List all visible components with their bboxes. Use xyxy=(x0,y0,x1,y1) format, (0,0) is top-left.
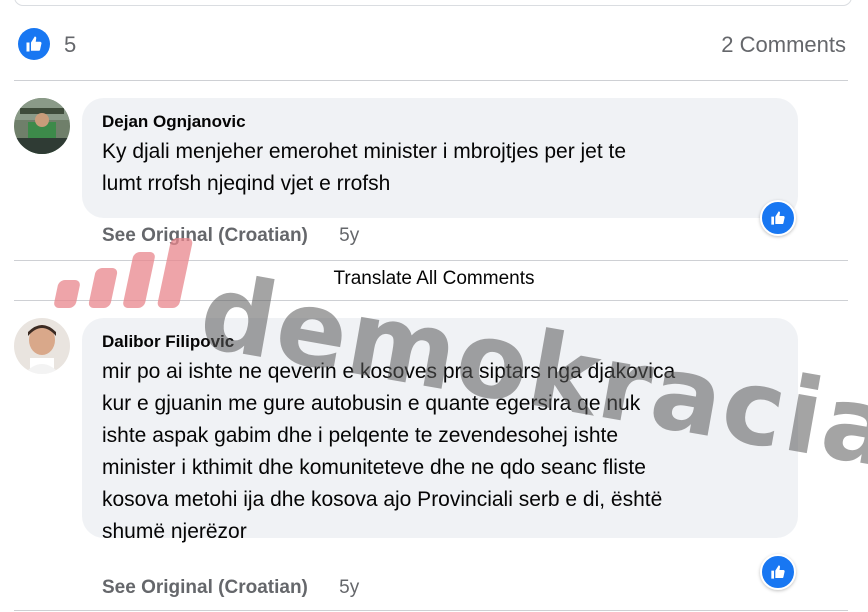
comment-line: minister i kthimit dhe komuniteteve dhe … xyxy=(102,456,646,479)
avatar[interactable] xyxy=(14,318,70,374)
comment-text: Ky djali menjeher emerohet minister i mb… xyxy=(102,136,778,200)
comment-timestamp[interactable]: 5y xyxy=(339,225,359,246)
translate-all-comments-link[interactable]: Translate All Comments xyxy=(0,268,868,290)
comment-line: lumt rrofsh njeqind vjet e rrofsh xyxy=(102,172,391,195)
comments-count-link[interactable]: 2 Comments xyxy=(721,32,846,58)
see-original-link[interactable]: See Original (Croatian) xyxy=(102,577,308,598)
comment-line: Ky djali menjeher emerohet minister i mb… xyxy=(102,140,627,163)
comment-line: kosova metohi ija dhe kosova ajo Provinc… xyxy=(102,488,663,511)
comment-like-reaction-icon[interactable] xyxy=(760,554,796,590)
comment-bubble: Dejan Ognjanovic Ky djali menjeher emero… xyxy=(82,98,798,218)
divider xyxy=(14,610,848,611)
comment-line: kur e gjuanin me gure autobusin e quante… xyxy=(102,392,641,415)
comment-line: mir po ai ishte ne qeverin e kosoves pra… xyxy=(102,360,676,383)
comment-text: mir po ai ishte ne qeverin e kosoves pra… xyxy=(102,356,778,548)
comment-author[interactable]: Dalibor Filipovic xyxy=(102,332,778,352)
comment-actions: See Original (Croatian) 5y xyxy=(102,577,359,599)
divider xyxy=(14,80,848,81)
comment-author[interactable]: Dejan Ognjanovic xyxy=(102,112,778,132)
reaction-bar: 5 2 Comments xyxy=(14,22,848,78)
comment-bubble: Dalibor Filipovic mir po ai ishte ne qev… xyxy=(82,318,798,543)
divider xyxy=(14,300,848,301)
comment-line: shumë njerëzor xyxy=(102,520,247,543)
comment-timestamp[interactable]: 5y xyxy=(339,577,359,598)
comment-like-reaction-icon[interactable] xyxy=(760,200,796,236)
divider xyxy=(14,260,848,261)
previous-post-card xyxy=(14,0,852,6)
like-count[interactable]: 5 xyxy=(64,32,76,58)
comment: Dejan Ognjanovic Ky djali menjeher emero… xyxy=(14,98,848,258)
see-original-link[interactable]: See Original (Croatian) xyxy=(102,225,308,246)
comment-actions: See Original (Croatian) 5y xyxy=(102,225,359,247)
comment-line: ishte aspak gabim dhe i pelqente te zeve… xyxy=(102,424,619,447)
avatar[interactable] xyxy=(14,98,70,154)
comment: Dalibor Filipovic mir po ai ishte ne qev… xyxy=(14,318,848,608)
like-reaction-icon[interactable] xyxy=(18,28,50,60)
